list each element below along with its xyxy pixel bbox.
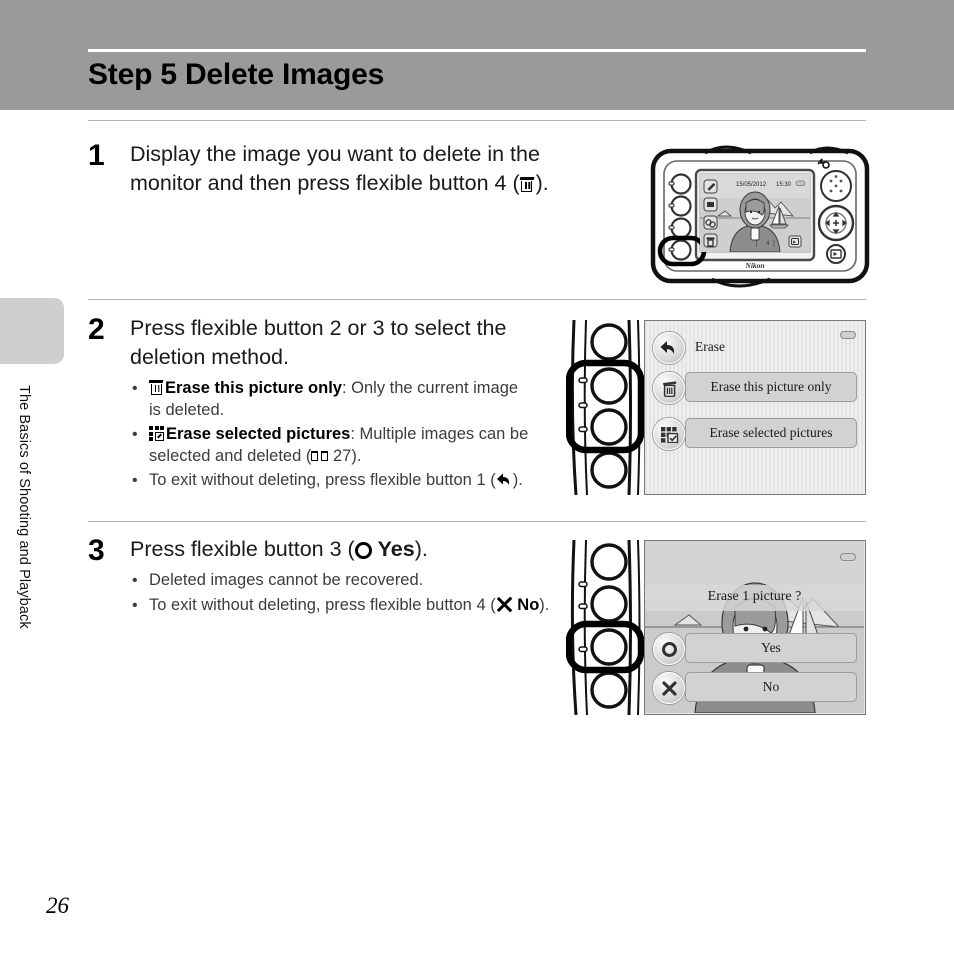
divider-step-3 (88, 521, 866, 522)
step-3-lead-b: ). (414, 537, 428, 561)
confirm-option-label: No (762, 679, 780, 694)
step-2-lead: Press flexible button 2 or 3 to select t… (130, 316, 507, 369)
step-3-illustration: Erase 1 picture ? Yes No (566, 540, 866, 715)
battery-icon (840, 553, 856, 561)
bullet-text-after: ). (351, 446, 362, 465)
step-3-text: Press flexible button 3 ( Yes). Deleted … (130, 535, 550, 619)
bullet-erase-this-picture: Erase this picture only: Only the curren… (130, 378, 530, 421)
bullet-bold-label: Erase selected pictures (166, 425, 351, 443)
bullet-text: To exit without deleting, press flexible… (149, 595, 496, 614)
divider-step-2 (88, 299, 866, 300)
step-1-lead-b: ). (535, 171, 549, 195)
bullet-ref-page: 27 (332, 446, 352, 465)
bullet-exit-without-deleting: To exit without deleting, press flexible… (130, 595, 550, 617)
svg-text:15/05/2012: 15/05/2012 (736, 182, 767, 188)
back-arrow-icon (660, 341, 674, 354)
bullet-text-after: ). (539, 595, 550, 614)
yes-badge (653, 633, 685, 665)
trash-icon (662, 381, 676, 397)
confirm-prompt: Erase 1 picture ? (707, 589, 802, 604)
trash-icon (519, 177, 534, 192)
bullet-exit-without-deleting: To exit without deleting, press flexible… (130, 470, 530, 492)
circle-icon (661, 641, 677, 657)
lcd-scene-svg: 15/05/2012 15:30 4 [ ] (700, 174, 810, 252)
flexible-button-strip-2 (566, 320, 645, 495)
confirm-option-label: Yes (761, 640, 781, 655)
step-1-lead-a: Display the image you want to delete in … (130, 142, 540, 195)
bullet-cannot-recover: Deleted images cannot be recovered. (130, 570, 550, 592)
camera-back-illustration: Nikon 15/05/2012 15:30 4 [] (650, 142, 870, 290)
bullet-trailing-bold: No (517, 595, 540, 614)
menu-item-label: Erase selected pictures (709, 425, 833, 440)
step-1-number: 1 (88, 139, 105, 172)
svg-text:Nikon: Nikon (744, 261, 764, 270)
chapter-tab-label: The Basics of Shooting and Playback (16, 385, 32, 629)
svg-text:15:30: 15:30 (776, 182, 792, 188)
flexible-button-strip-3 (566, 540, 645, 715)
step-3-lead-bold: Yes (377, 537, 415, 561)
confirm-option-no[interactable]: No (685, 672, 857, 702)
cross-icon (496, 596, 513, 613)
no-badge (653, 672, 685, 704)
divider-step-1 (88, 120, 866, 121)
bullet-text: Deleted images cannot be recovered. (149, 571, 424, 589)
bullet-bold-label: Erase this picture only (165, 379, 342, 397)
step-3-lead-a: Press flexible button 3 ( (130, 537, 355, 561)
step-2-number: 2 (88, 313, 105, 346)
chapter-tab (0, 298, 64, 364)
grid-select-icon (660, 427, 678, 443)
step-3-number: 3 (88, 534, 105, 567)
step-2-text: Press flexible button 2 or 3 to select t… (130, 314, 530, 495)
confirm-option-yes[interactable]: Yes (685, 633, 857, 663)
erase-confirm-screen: Erase 1 picture ? Yes No (644, 540, 866, 715)
back-arrow-badge (653, 332, 685, 364)
bullet-erase-selected-pictures: Erase selected pictures: Multiple images… (130, 424, 530, 467)
camera-lcd-screen: 15/05/2012 15:30 4 [ ] (700, 174, 810, 252)
trash-icon (148, 380, 164, 395)
page-number: 26 (46, 893, 69, 918)
erase-menu-screen: Erase Erase this picture only Erase sele… (644, 320, 866, 495)
menu-title: Erase (695, 339, 725, 354)
bullet-text: To exit without deleting, press flexible… (149, 471, 496, 489)
step-3-bullets: Deleted images cannot be recovered. To e… (130, 570, 550, 616)
step-2-bullets: Erase this picture only: Only the curren… (130, 378, 530, 492)
cross-icon (661, 680, 677, 696)
menu-item-erase-selected-pictures[interactable]: Erase selected pictures (685, 418, 857, 448)
battery-icon (840, 331, 856, 339)
step-1-text: Display the image you want to delete in … (130, 140, 600, 198)
circle-icon (354, 542, 372, 559)
step-2-illustration: Erase Erase this picture only Erase sele… (566, 320, 866, 495)
bullet-text-after: ). (512, 471, 523, 489)
book-icon (311, 450, 329, 462)
trash-badge (653, 372, 685, 404)
header-rule (88, 49, 866, 52)
back-arrow-icon (496, 472, 513, 488)
page-header-band: Step 5 Delete Images (0, 0, 954, 110)
grid-select-icon (149, 426, 164, 441)
page-title: Step 5 Delete Images (88, 58, 385, 91)
menu-item-erase-this-picture[interactable]: Erase this picture only (685, 372, 857, 402)
menu-item-label: Erase this picture only (710, 379, 832, 394)
grid-select-badge (653, 418, 685, 450)
